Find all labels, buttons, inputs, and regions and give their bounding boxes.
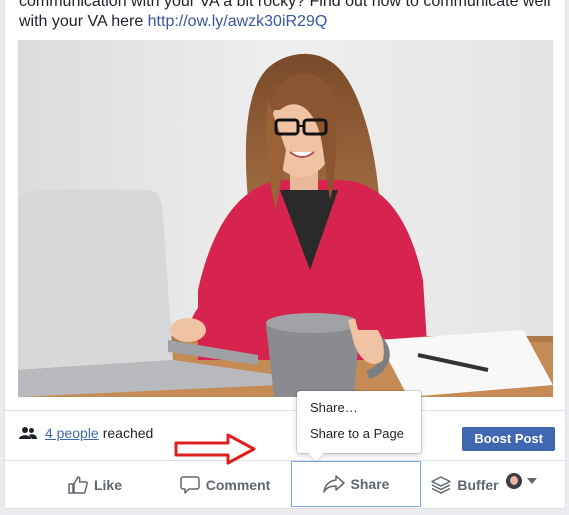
red-outline-arrow-icon bbox=[174, 433, 256, 465]
reached-label: reached bbox=[102, 425, 154, 441]
share-menu: Share… Share to a Page bbox=[297, 391, 421, 453]
photo-woman-laptop bbox=[18, 40, 553, 397]
share-arrow-icon bbox=[322, 475, 345, 493]
comment-button[interactable]: Comment bbox=[165, 465, 285, 505]
share-label: Share bbox=[350, 476, 390, 492]
boost-post-button[interactable]: Boost Post bbox=[462, 427, 555, 451]
chevron-down-icon bbox=[527, 478, 537, 484]
post-text: communication with your VA a bit rocky? … bbox=[19, 0, 559, 32]
post-text-prefix: with your VA here bbox=[19, 13, 148, 30]
buffer-label: Buffer bbox=[457, 477, 499, 493]
people-icon bbox=[19, 426, 37, 440]
thumbs-up-icon bbox=[68, 476, 88, 494]
post-text-line-1: communication with your VA a bit rocky? … bbox=[19, 0, 551, 10]
avatar bbox=[506, 473, 522, 489]
reach-row: 4 people reached Boost Post bbox=[5, 410, 565, 461]
post-as-selector[interactable] bbox=[506, 473, 537, 489]
like-label: Like bbox=[93, 477, 122, 493]
share-button[interactable]: Share bbox=[291, 461, 421, 507]
like-button[interactable]: Like bbox=[45, 465, 145, 505]
reach-info: 4 people reached bbox=[19, 425, 153, 441]
post-photo[interactable] bbox=[18, 40, 553, 397]
share-menu-item-share-to-page[interactable]: Share to a Page bbox=[310, 425, 404, 443]
buffer-button[interactable]: Buffer bbox=[425, 465, 505, 505]
layers-stack-icon bbox=[431, 476, 452, 494]
post-text-line-2: with your VA here http://ow.ly/awzk30iR2… bbox=[19, 12, 559, 32]
people-reached-link[interactable]: 4 people bbox=[45, 425, 99, 441]
share-menu-item-share[interactable]: Share… bbox=[310, 399, 358, 417]
action-bar: Like Comment Share Buffer bbox=[5, 460, 565, 509]
speech-bubble-icon bbox=[179, 476, 200, 494]
post-link[interactable]: http://ow.ly/awzk30iR29Q bbox=[148, 13, 328, 30]
comment-label: Comment bbox=[205, 477, 271, 493]
post-card: communication with your VA a bit rocky? … bbox=[4, 0, 566, 509]
